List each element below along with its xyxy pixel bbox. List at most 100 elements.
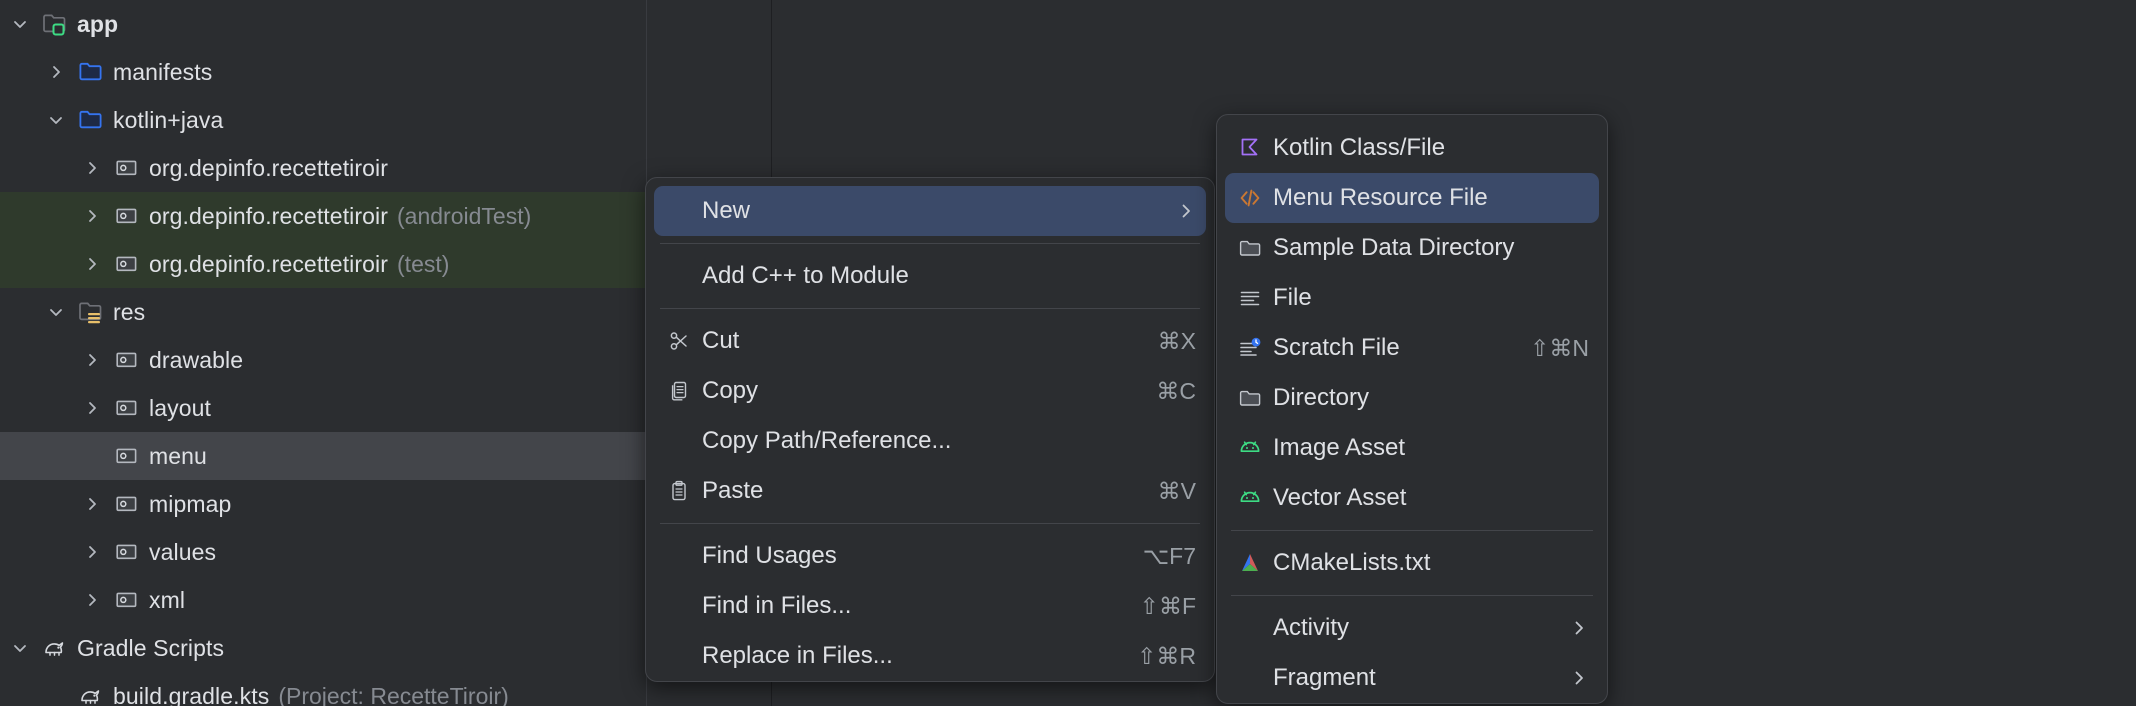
menu-item-image-asset[interactable]: Image Asset (1225, 423, 1599, 473)
menu-item-shortcut: ⇧⌘F (1139, 592, 1196, 619)
chevron-down-icon[interactable] (46, 302, 66, 322)
xml-tag-icon (1233, 185, 1267, 211)
tree-item-org-depinfo-recettetiroir[interactable]: org.depinfo.recettetiroir (0, 144, 646, 192)
tree-item-manifests[interactable]: manifests (0, 48, 646, 96)
menu-item-no-icon (1233, 615, 1267, 641)
tree-item-label: values (149, 538, 217, 565)
new-submenu[interactable]: Kotlin Class/File Menu Resource File Sampl… (1216, 114, 1608, 704)
chevron-right-icon[interactable] (82, 206, 102, 226)
menu-item-replace-in-files[interactable]: Replace in Files... ⇧⌘R (654, 631, 1206, 681)
menu-separator (660, 308, 1200, 309)
chevron-right-icon[interactable] (46, 62, 66, 82)
chevron-down-icon[interactable] (10, 638, 30, 658)
menu-item-scratch-file[interactable]: Scratch File ⇧⌘N (1225, 323, 1599, 373)
menu-item-label: Activity (1273, 614, 1350, 641)
chevron-right-icon[interactable] (82, 350, 102, 370)
menu-item-shortcut: ⌥F7 (1142, 542, 1196, 569)
tree-item-label: drawable (149, 346, 244, 373)
menu-item-label: Replace in Files... (702, 642, 893, 669)
menu-item-shortcut: ⌘C (1156, 377, 1196, 404)
tree-item-layout[interactable]: layout (0, 384, 646, 432)
menu-item-cmakelists-txt[interactable]: CMakeLists.txt (1225, 538, 1599, 588)
menu-item-directory[interactable]: Directory (1225, 373, 1599, 423)
tree-item-xml[interactable]: xml (0, 576, 646, 624)
tree-item-label: menu (149, 442, 207, 469)
scissors-icon (662, 328, 696, 354)
menu-separator (660, 523, 1200, 524)
chevron-down-icon[interactable] (10, 14, 30, 34)
menu-item-no-icon (662, 543, 696, 569)
chevron-right-icon[interactable] (82, 254, 102, 274)
menu-item-label: Sample Data Directory (1273, 234, 1515, 261)
menu-item-label: Copy (702, 377, 759, 404)
menu-item-label: File (1273, 284, 1312, 311)
menu-item-no-icon (662, 643, 696, 669)
menu-item-activity[interactable]: Activity (1225, 603, 1599, 653)
tree-item-res[interactable]: res (0, 288, 646, 336)
tree-item-build-gradle-kts[interactable]: build.gradle.kts (Project: RecetteTiroir) (0, 672, 646, 706)
menu-item-label: Vector Asset (1273, 484, 1407, 511)
tree-item-values[interactable]: values (0, 528, 646, 576)
tree-item-app[interactable]: app (0, 0, 646, 48)
chevron-right-icon[interactable] (82, 158, 102, 178)
menu-separator (1231, 595, 1593, 596)
menu-item-file[interactable]: File (1225, 273, 1599, 323)
menu-item-sample-data-directory[interactable]: Sample Data Directory (1225, 223, 1599, 273)
ide-window: app manifests kotlin+java org.depinfo.recet… (0, 0, 2136, 706)
copy-icon (662, 378, 696, 404)
chevron-right-icon[interactable] (82, 398, 102, 418)
menu-item-vector-asset[interactable]: Vector Asset (1225, 473, 1599, 523)
package-icon (114, 491, 140, 517)
file-lines-icon (1233, 285, 1267, 311)
chevron-right-icon[interactable] (82, 590, 102, 610)
menu-item-label: Fragment (1273, 664, 1376, 691)
project-context-menu[interactable]: New Add C++ to Module Cut ⌘X Copy ⌘C Copy Path… (645, 177, 1215, 682)
menu-item-cut[interactable]: Cut ⌘X (654, 316, 1206, 366)
menu-separator (660, 243, 1200, 244)
kotlin-icon (1233, 135, 1267, 161)
chevron-right-icon[interactable] (82, 494, 102, 514)
menu-item-kotlin-class-file[interactable]: Kotlin Class/File (1225, 123, 1599, 173)
tree-item-label: org.depinfo.recettetiroir (149, 154, 389, 181)
menu-item-find-in-files[interactable]: Find in Files... ⇧⌘F (654, 581, 1206, 631)
menu-separator (1231, 530, 1593, 531)
menu-item-label: Image Asset (1273, 434, 1406, 461)
menu-item-paste[interactable]: Paste ⌘V (654, 466, 1206, 516)
tree-item-label: layout (149, 394, 211, 421)
tree-item-menu[interactable]: menu (0, 432, 646, 480)
tree-item-label: org.depinfo.recettetiroir (149, 250, 389, 277)
project-tool-window[interactable]: app manifests kotlin+java org.depinfo.recet… (0, 0, 646, 706)
tree-item-mipmap[interactable]: mipmap (0, 480, 646, 528)
clipboard-icon (662, 478, 696, 504)
menu-item-copy-path-reference[interactable]: Copy Path/Reference... (654, 416, 1206, 466)
submenu-chevron-right-icon (1176, 201, 1196, 221)
submenu-chevron-right-icon (1569, 618, 1589, 638)
menu-item-menu-resource-file[interactable]: Menu Resource File (1225, 173, 1599, 223)
menu-item-copy[interactable]: Copy ⌘C (654, 366, 1206, 416)
tree-item-label: app (77, 10, 119, 37)
menu-item-fragment[interactable]: Fragment (1225, 653, 1599, 703)
package-icon (114, 539, 140, 565)
folder-icon (1233, 235, 1267, 261)
tree-item-org-depinfo-recettetiroir[interactable]: org.depinfo.recettetiroir (androidTest) (0, 192, 646, 240)
tree-item-label: kotlin+java (113, 106, 224, 133)
menu-item-label: Kotlin Class/File (1273, 134, 1446, 161)
menu-item-new[interactable]: New (654, 186, 1206, 236)
menu-item-find-usages[interactable]: Find Usages ⌥F7 (654, 531, 1206, 581)
tree-item-label: Gradle Scripts (77, 634, 225, 661)
menu-item-shortcut: ⌘V (1157, 477, 1196, 504)
chevron-right-icon[interactable] (82, 542, 102, 562)
menu-item-add-c-to-module[interactable]: Add C++ to Module (654, 251, 1206, 301)
menu-item-no-icon (1233, 665, 1267, 691)
tree-item-kotlin-java[interactable]: kotlin+java (0, 96, 646, 144)
tree-item-gradle-scripts[interactable]: Gradle Scripts (0, 624, 646, 672)
package-icon (114, 587, 140, 613)
package-icon (114, 443, 140, 469)
menu-item-shortcut: ⇧⌘N (1530, 334, 1589, 361)
tree-item-drawable[interactable]: drawable (0, 336, 646, 384)
menu-item-label: Find in Files... (702, 592, 852, 619)
menu-item-shortcut: ⌘X (1157, 327, 1196, 354)
tree-item-org-depinfo-recettetiroir[interactable]: org.depinfo.recettetiroir (test) (0, 240, 646, 288)
blue-folder-icon (78, 107, 104, 133)
chevron-down-icon[interactable] (46, 110, 66, 130)
